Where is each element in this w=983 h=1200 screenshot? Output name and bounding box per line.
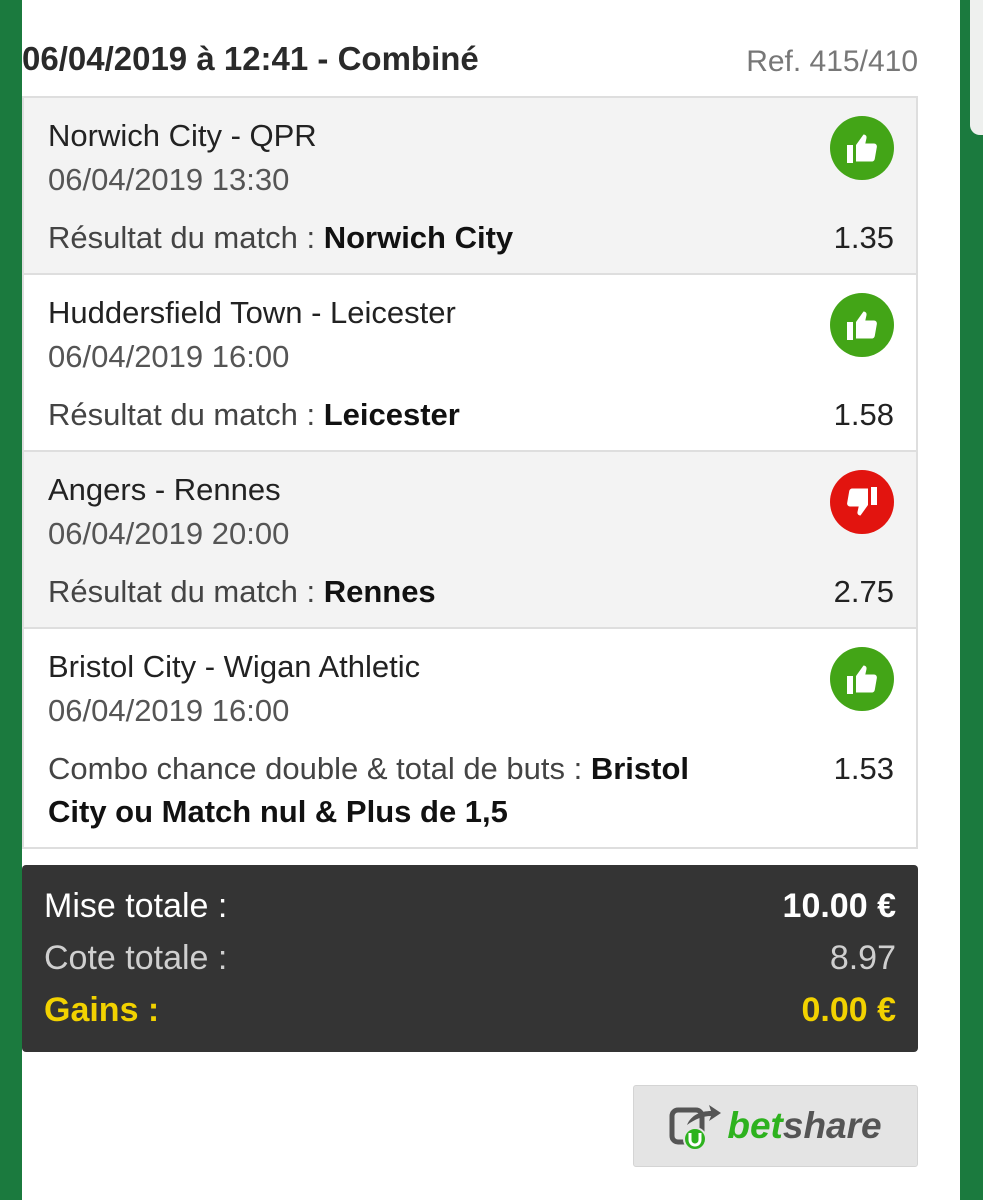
bet-market-label: Résultat du match : xyxy=(48,574,324,609)
bet-item: Angers - Rennes 06/04/2019 20:00 Résulta… xyxy=(24,452,916,629)
bet-selection: Norwich City xyxy=(323,220,514,255)
bet-item: Norwich City - QPR 06/04/2019 13:30 Résu… xyxy=(24,98,916,275)
thumbs-down-icon xyxy=(830,470,894,534)
betshare-share-text: share xyxy=(782,1105,882,1146)
bet-selection: Leicester xyxy=(323,397,460,432)
gains-row: Gains : 0.00 € xyxy=(44,991,896,1033)
bet-header: 06/04/2019 à 12:41 - Combiné Ref. 415/41… xyxy=(22,40,918,90)
bet-date: 06/04/2019 13:30 xyxy=(48,162,290,197)
bet-market: Résultat du match : Rennes xyxy=(48,570,748,613)
bet-odds: 1.58 xyxy=(833,397,894,432)
thumbs-up-icon xyxy=(830,293,894,357)
bet-odds: 1.53 xyxy=(833,751,894,786)
total-stake-value: 10.00 € xyxy=(782,887,896,925)
bet-market-label: Combo chance double & total de buts : xyxy=(48,751,591,786)
bet-odds: 2.75 xyxy=(833,574,894,609)
bet-market-label: Résultat du match : xyxy=(48,220,324,255)
bet-date: 06/04/2019 16:00 xyxy=(48,339,290,374)
bet-market: Combo chance double & total de buts : Br… xyxy=(48,747,748,833)
betshare-logo: bet share xyxy=(669,1101,882,1151)
bet-odds: 1.35 xyxy=(833,220,894,255)
bet-item: Bristol City - Wigan Athletic 06/04/2019… xyxy=(24,629,916,847)
thumbs-up-icon xyxy=(830,116,894,180)
side-tab[interactable] xyxy=(970,0,983,135)
gains-value: 0.00 € xyxy=(801,991,896,1029)
bet-market: Résultat du match : Leicester xyxy=(48,393,748,436)
bet-teams: Angers - Rennes xyxy=(48,472,281,507)
bet-teams: Huddersfield Town - Leicester xyxy=(48,295,456,330)
bet-teams: Norwich City - QPR xyxy=(48,118,317,153)
background-strip xyxy=(960,0,983,1200)
total-odds-value: 8.97 xyxy=(829,939,896,977)
gains-label: Gains : xyxy=(44,991,160,1029)
bet-list: Norwich City - QPR 06/04/2019 13:30 Résu… xyxy=(22,96,918,849)
bet-item: Huddersfield Town - Leicester 06/04/2019… xyxy=(24,275,916,452)
bet-market-label: Résultat du match : xyxy=(48,397,324,432)
bet-date: 06/04/2019 16:00 xyxy=(48,693,290,728)
bet-teams: Bristol City - Wigan Athletic xyxy=(48,649,421,684)
thumbs-up-icon xyxy=(830,647,894,711)
betshare-button[interactable]: bet share xyxy=(633,1085,918,1167)
bet-market: Résultat du match : Norwich City xyxy=(48,216,748,259)
betshare-bet-text: bet xyxy=(727,1105,783,1146)
bet-title: 06/04/2019 à 12:41 - Combiné xyxy=(22,40,479,77)
total-stake-row: Mise totale : 10.00 € xyxy=(44,887,896,929)
total-stake-label: Mise totale : xyxy=(44,887,228,925)
bet-reference: Ref. 415/410 xyxy=(746,45,918,78)
bet-date: 06/04/2019 20:00 xyxy=(48,516,290,551)
bet-summary: Mise totale : 10.00 € Cote totale : 8.97… xyxy=(22,865,918,1052)
total-odds-row: Cote totale : 8.97 xyxy=(44,939,896,981)
betshare-logo-icon xyxy=(669,1105,722,1151)
bet-selection: Rennes xyxy=(323,574,436,609)
total-odds-label: Cote totale : xyxy=(44,939,228,977)
